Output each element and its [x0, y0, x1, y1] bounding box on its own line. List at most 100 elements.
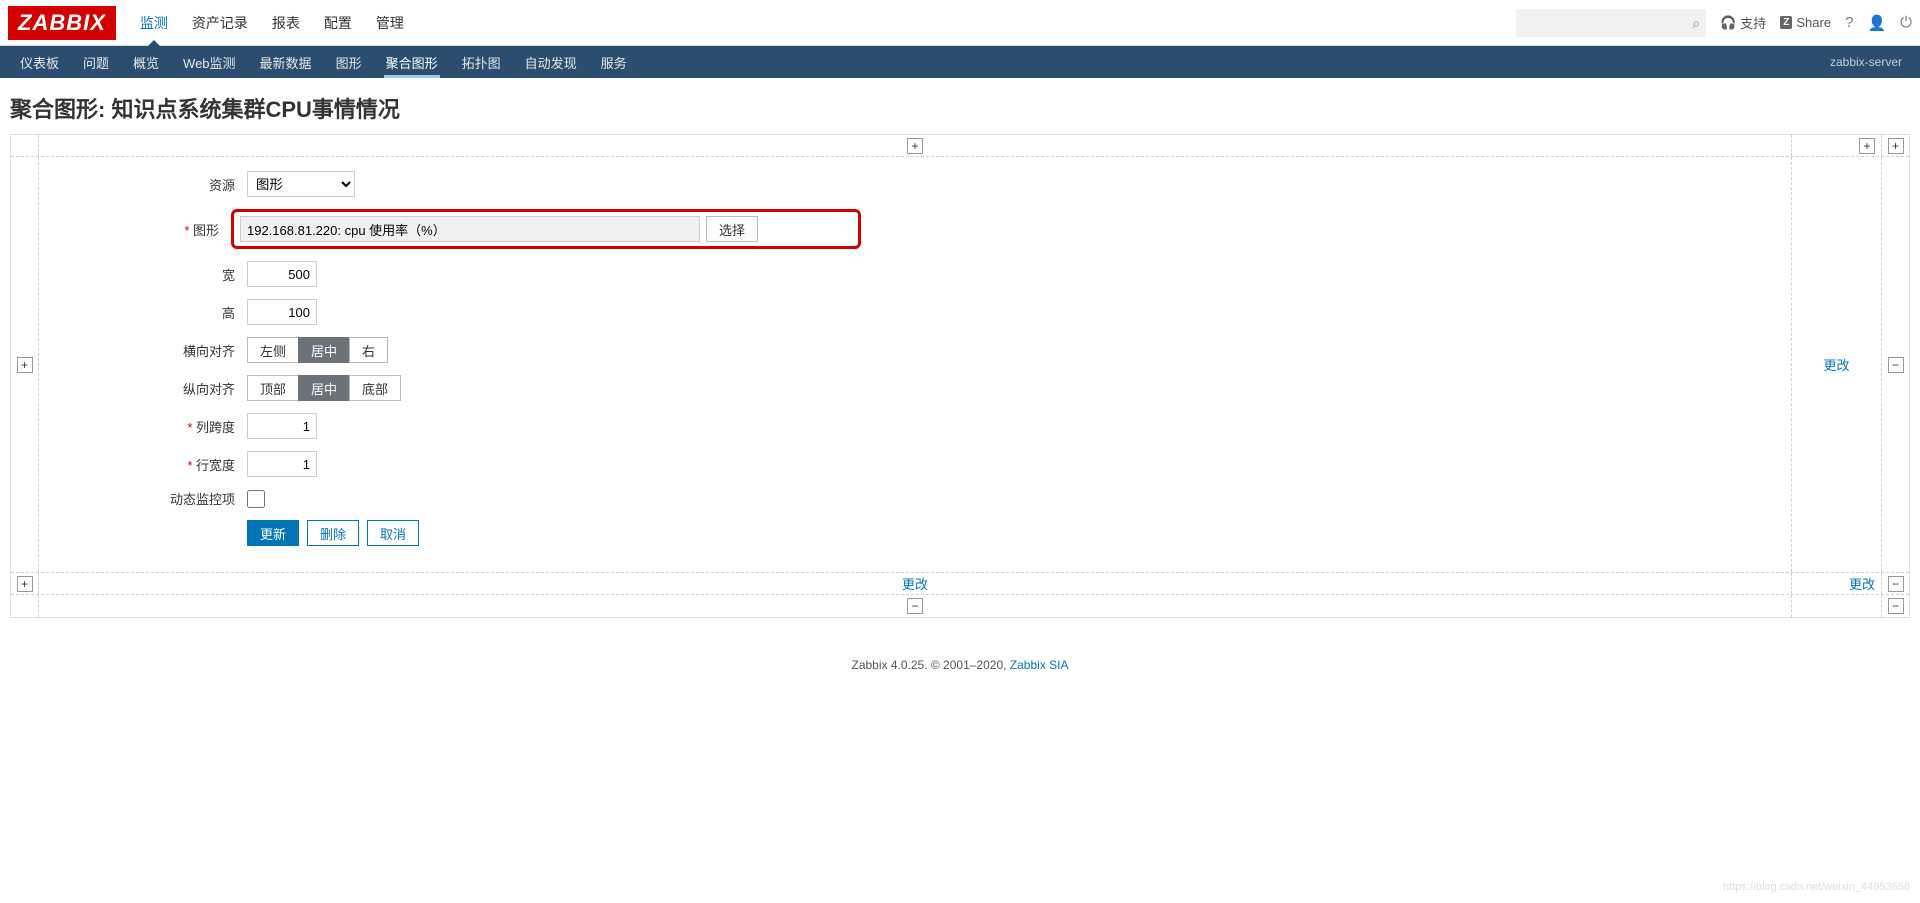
remove-button-3[interactable]: − [1888, 598, 1904, 614]
grid-left-rail: + [11, 157, 39, 572]
search-icon[interactable]: ⌕ [1692, 15, 1700, 32]
valign-toggle: 顶部 居中 底部 [247, 375, 401, 401]
topnav-admin[interactable]: 管理 [364, 0, 416, 45]
width-row: 宽 [67, 261, 1763, 287]
halign-label: 横向对齐 [67, 341, 247, 360]
graph-label: 图形 [67, 220, 231, 239]
user-icon[interactable]: 👤 [1867, 14, 1886, 32]
subnav-maps[interactable]: 拓扑图 [450, 46, 513, 78]
add-row-button-2[interactable]: + [17, 576, 33, 592]
add-row-button[interactable]: + [17, 357, 33, 373]
grid-far-rail: − [1881, 157, 1909, 572]
grid-bottom-row-2: − − [11, 595, 1909, 617]
subnav-overview[interactable]: 概览 [121, 46, 171, 78]
grid-content-row: + 资源 图形 图形 选择 宽 [11, 157, 1909, 573]
subnav-problems[interactable]: 问题 [71, 46, 121, 78]
grid-bottom-row: + 更改 更改 − [11, 573, 1909, 595]
halign-center[interactable]: 居中 [298, 337, 350, 363]
grid-br-2: − [1881, 595, 1909, 617]
rowspan-input[interactable] [247, 451, 317, 477]
buttons-row: 更新 删除 取消 [67, 520, 1763, 546]
grid-cell: 资源 图形 图形 选择 宽 高 [39, 157, 1791, 572]
topnav-inventory[interactable]: 资产记录 [180, 0, 260, 45]
add-button-corner[interactable]: + [1888, 138, 1904, 154]
help-icon[interactable]: ? [1845, 14, 1853, 31]
button-group: 更新 删除 取消 [247, 520, 419, 546]
top-nav: 监测 资产记录 报表 配置 管理 [128, 0, 416, 45]
valign-top[interactable]: 顶部 [247, 375, 299, 401]
headset-icon: 🎧 [1720, 15, 1736, 31]
screen-grid: + + + + 资源 图形 图形 [10, 134, 1910, 618]
change-link[interactable]: 更改 [1823, 355, 1849, 374]
rowspan-label: 行宽度 [67, 455, 247, 474]
share-link[interactable]: ZShare [1780, 15, 1831, 30]
sub-nav: 仪表板 问题 概览 Web监测 最新数据 图形 聚合图形 拓扑图 自动发现 服务… [0, 46, 1920, 78]
change-link-3[interactable]: 更改 [1849, 574, 1875, 593]
subnav-graphs[interactable]: 图形 [324, 46, 374, 78]
halign-left[interactable]: 左侧 [247, 337, 299, 363]
width-input[interactable] [247, 261, 317, 287]
search-wrap: ⌕ [1516, 9, 1706, 37]
halign-row: 横向对齐 左侧 居中 右 [67, 337, 1763, 363]
change-link-2[interactable]: 更改 [902, 574, 928, 593]
graph-row: 图形 选择 [67, 209, 1763, 249]
top-bar: ZABBIX 监测 资产记录 报表 配置 管理 ⌕ 🎧支持 ZShare ? 👤… [0, 0, 1920, 46]
halign-toggle: 左侧 居中 右 [247, 337, 388, 363]
remove-button-2[interactable]: − [1888, 576, 1904, 592]
colspan-row: 列跨度 [67, 413, 1763, 439]
resource-row: 资源 图形 [67, 171, 1763, 197]
remove-button[interactable]: − [1888, 357, 1904, 373]
grid-right-rail: 更改 [1791, 157, 1881, 572]
resource-label: 资源 [67, 175, 247, 194]
grid-corner-tr: + [1881, 135, 1909, 156]
logo[interactable]: ZABBIX [8, 6, 116, 40]
subnav-services[interactable]: 服务 [589, 46, 639, 78]
power-icon[interactable]: ⏻ [1900, 14, 1912, 31]
height-input[interactable] [247, 299, 317, 325]
search-input[interactable] [1516, 9, 1706, 37]
top-right: ⌕ 🎧支持 ZShare ? 👤 ⏻ [1516, 9, 1912, 37]
add-col-button-2[interactable]: + [1859, 138, 1875, 154]
subnav-screens[interactable]: 聚合图形 [374, 46, 450, 78]
subnav-web[interactable]: Web监测 [171, 46, 248, 78]
valign-middle[interactable]: 居中 [298, 375, 350, 401]
subnav-discovery[interactable]: 自动发现 [513, 46, 589, 78]
grid-top-right: + [1791, 135, 1881, 156]
subnav-dashboard[interactable]: 仪表板 [8, 46, 71, 78]
topnav-reports[interactable]: 报表 [260, 0, 312, 45]
main: + + + + 资源 图形 图形 [0, 134, 1920, 638]
dynamic-checkbox[interactable] [247, 490, 265, 508]
page-title: 聚合图形: 知识点系统集群CPU事情情况 [0, 78, 1920, 134]
topnav-monitoring[interactable]: 监测 [128, 0, 180, 45]
cell-form: 资源 图形 图形 选择 宽 高 [47, 161, 1783, 568]
remove-col-button[interactable]: − [907, 598, 923, 614]
colspan-input[interactable] [247, 413, 317, 439]
select-button[interactable]: 选择 [706, 216, 758, 242]
halign-right[interactable]: 右 [349, 337, 388, 363]
server-label: zabbix-server [1830, 55, 1912, 69]
grid-corner-tl [11, 135, 39, 156]
watermark: https://blog.csdn.net/weixin_44953658 [1723, 881, 1910, 893]
subnav-latest[interactable]: 最新数据 [248, 46, 324, 78]
grid-bottom-main: 更改 [39, 573, 1791, 594]
height-row: 高 [67, 299, 1763, 325]
resource-select[interactable]: 图形 [247, 171, 355, 197]
valign-label: 纵向对齐 [67, 379, 247, 398]
update-button[interactable]: 更新 [247, 520, 299, 546]
rowspan-row: 行宽度 [67, 451, 1763, 477]
grid-bottom-main-2: − [39, 595, 1791, 617]
dynamic-row: 动态监控项 [67, 489, 1763, 508]
width-label: 宽 [67, 265, 247, 284]
graph-input[interactable] [240, 216, 700, 242]
support-link[interactable]: 🎧支持 [1720, 13, 1766, 32]
topnav-config[interactable]: 配置 [312, 0, 364, 45]
colspan-label: 列跨度 [67, 417, 247, 436]
dynamic-label: 动态监控项 [67, 489, 247, 508]
valign-bottom[interactable]: 底部 [349, 375, 401, 401]
grid-bl: + [11, 573, 39, 594]
footer-link[interactable]: Zabbix SIA [1010, 658, 1069, 672]
grid-bottom-right: 更改 [1791, 573, 1881, 594]
cancel-button[interactable]: 取消 [367, 520, 419, 546]
add-col-button[interactable]: + [907, 138, 923, 154]
delete-button[interactable]: 删除 [307, 520, 359, 546]
